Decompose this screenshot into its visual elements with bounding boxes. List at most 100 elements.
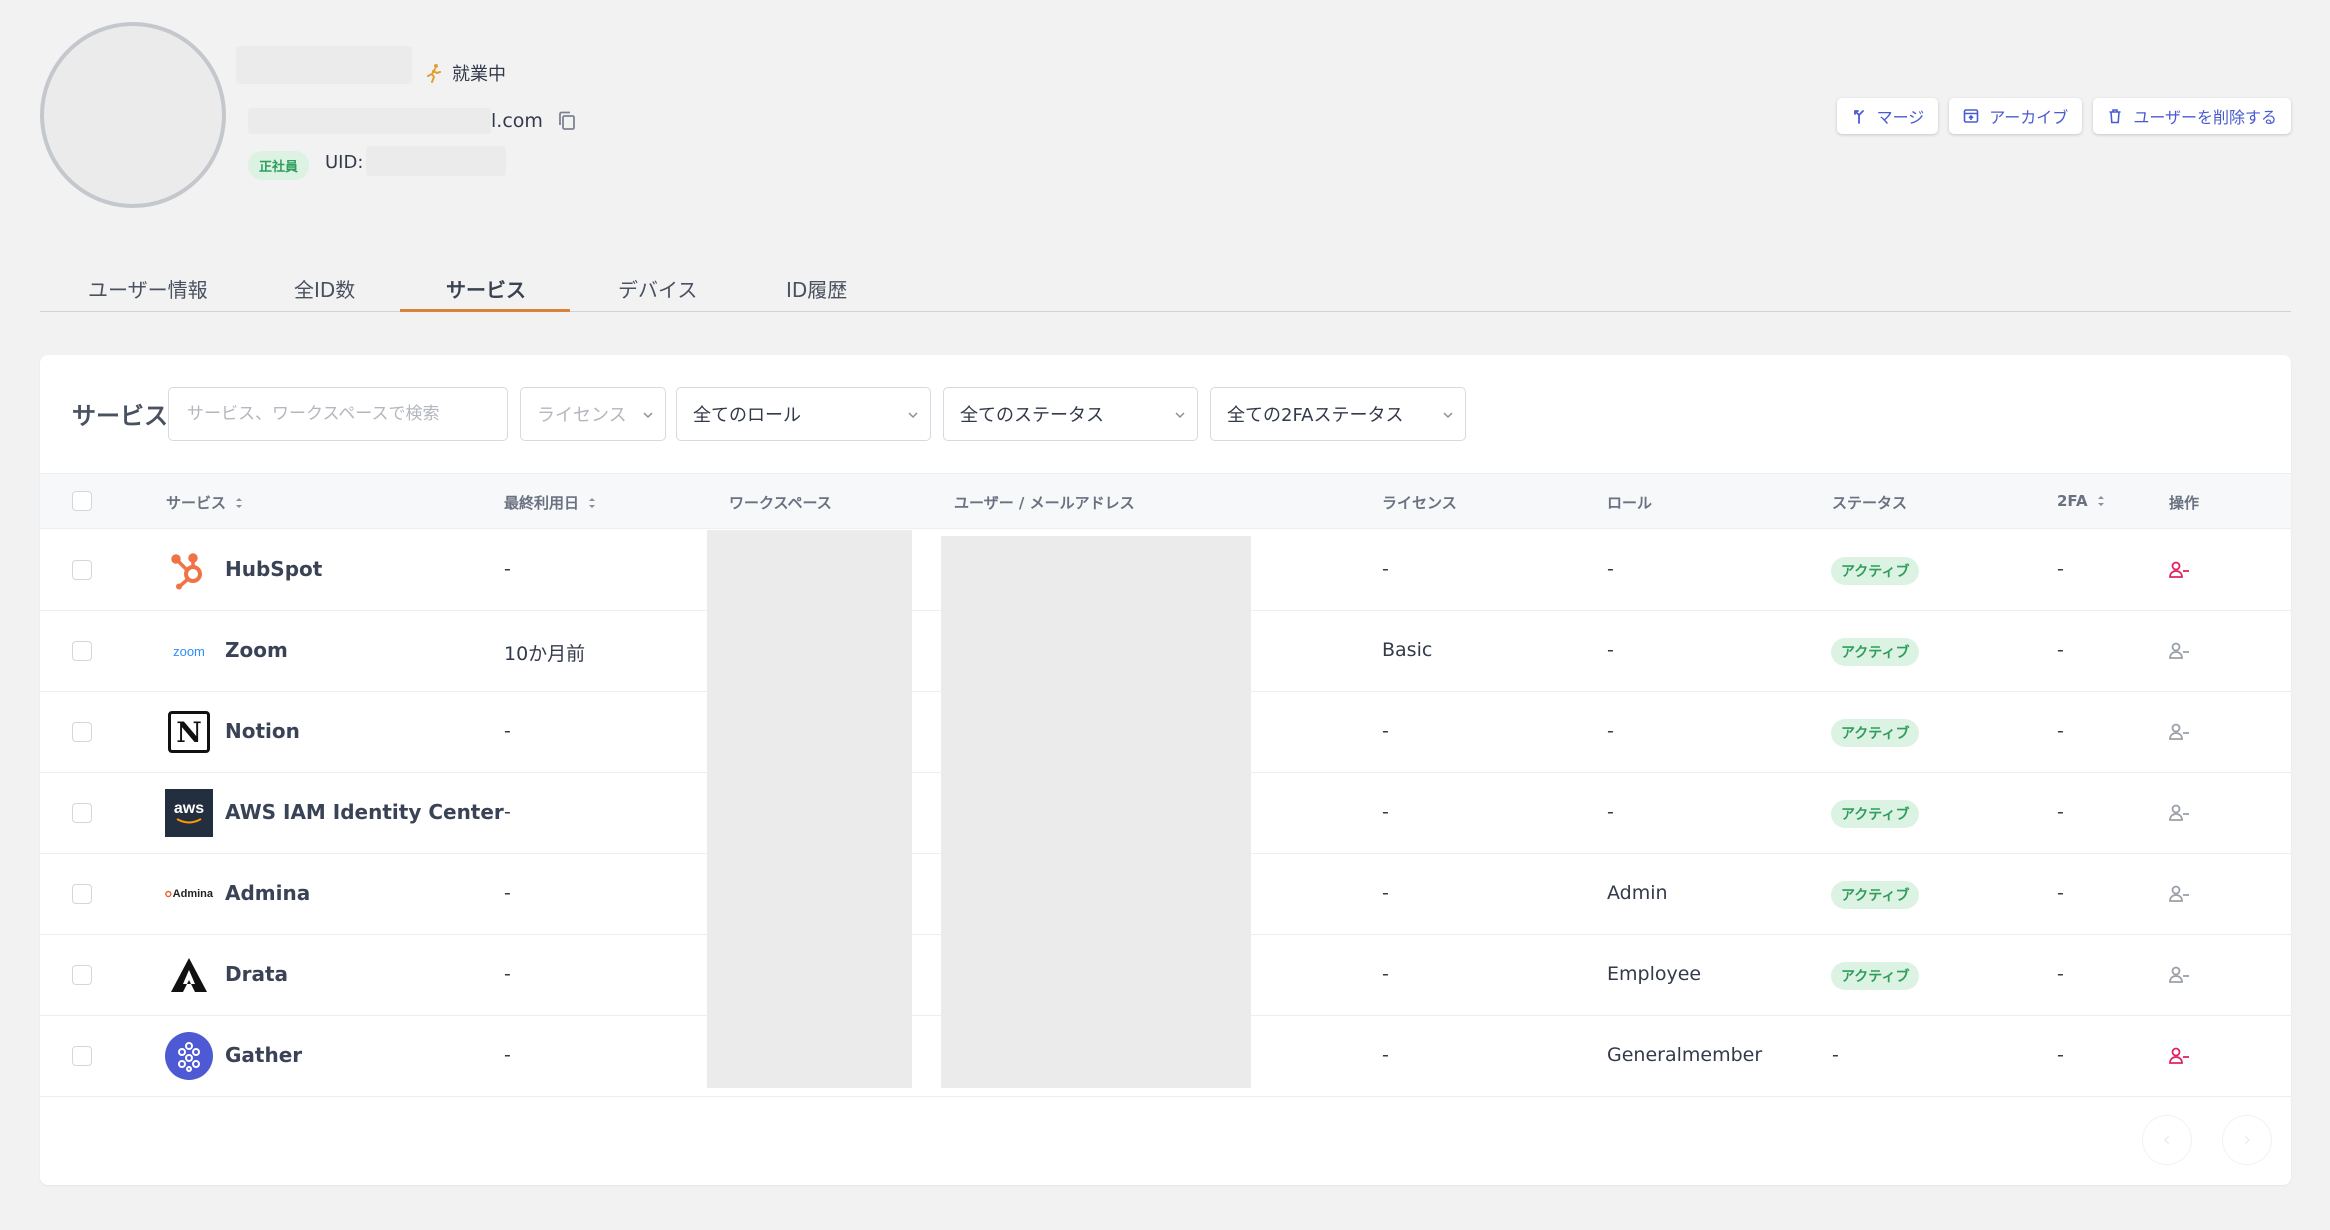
tab-id-history[interactable]: ID履歴 xyxy=(786,274,847,303)
license: - xyxy=(1382,801,1389,823)
employment-badge: 正社員 xyxy=(248,151,310,180)
column-status-label: ステータス xyxy=(1832,494,1908,512)
column-last-used[interactable]: 最終利用日 xyxy=(504,492,597,513)
chevron-left-icon xyxy=(2163,1135,2170,1145)
archive-label: アーカイブ xyxy=(1989,108,2069,127)
column-2fa[interactable]: 2FA xyxy=(2057,492,2106,510)
service-name[interactable]: AWS IAM Identity Center xyxy=(225,800,504,824)
chevron-down-icon xyxy=(1175,412,1185,419)
twofa-filter-label: 全ての2FAステータス xyxy=(1227,405,1404,426)
remove-user-icon[interactable] xyxy=(2168,640,2190,662)
role: Admin xyxy=(1607,882,1668,904)
work-status: 就業中 xyxy=(424,60,506,86)
row-checkbox[interactable] xyxy=(72,641,92,661)
status-badge: アクティブ xyxy=(1831,638,1920,666)
status-filter-label: 全てのステータス xyxy=(960,405,1104,426)
archive-button[interactable]: アーカイブ xyxy=(1949,98,2083,134)
zoom-logo: zoom xyxy=(165,627,213,675)
remove-user-icon[interactable] xyxy=(2168,559,2190,581)
last-used: - xyxy=(504,801,511,823)
license: - xyxy=(1382,558,1389,580)
column-service[interactable]: サービス xyxy=(166,492,244,513)
last-used: - xyxy=(504,558,511,580)
delete-user-button[interactable]: ユーザーを削除する xyxy=(2093,98,2291,134)
email-suffix: l.com xyxy=(491,110,543,132)
remove-user-icon[interactable] xyxy=(2168,721,2190,743)
license: Basic xyxy=(1382,639,1433,661)
services-title: サービス xyxy=(72,402,168,430)
row-checkbox[interactable] xyxy=(72,965,92,985)
redacted-email xyxy=(248,108,491,134)
tab-all-ids[interactable]: 全ID数 xyxy=(294,274,355,303)
service-name[interactable]: Gather xyxy=(225,1043,302,1067)
role: Generalmember xyxy=(1607,1044,1763,1066)
redacted-user-column xyxy=(941,536,1251,1088)
archive-icon xyxy=(1963,109,1979,123)
row-checkbox[interactable] xyxy=(72,803,92,823)
remove-user-icon[interactable] xyxy=(2168,964,2190,986)
services-card: サービス ライセンス 全てのロール 全てのステータス 全ての2FAステータス サ… xyxy=(40,355,2291,1185)
aws-smile-icon xyxy=(176,818,202,824)
remove-user-icon[interactable] xyxy=(2168,802,2190,824)
redacted-uid xyxy=(366,146,506,176)
aws-logo: aws xyxy=(165,789,213,837)
admina-logo: Admina xyxy=(165,870,213,918)
status-badge: アクティブ xyxy=(1831,557,1920,585)
license: - xyxy=(1382,1044,1389,1066)
role: Employee xyxy=(1607,963,1702,985)
row-checkbox[interactable] xyxy=(72,560,92,580)
column-status: ステータス xyxy=(1832,492,1907,513)
role: - xyxy=(1607,639,1614,661)
service-name[interactable]: HubSpot xyxy=(225,557,322,581)
tab-user-info[interactable]: ユーザー情報 xyxy=(88,274,208,303)
service-name[interactable]: Zoom xyxy=(225,638,288,662)
copy-icon[interactable] xyxy=(557,110,577,132)
twofa: - xyxy=(2057,639,2064,661)
row-checkbox[interactable] xyxy=(72,722,92,742)
tab-devices[interactable]: デバイス xyxy=(618,274,697,303)
last-used: - xyxy=(504,963,511,985)
chevron-right-icon xyxy=(2244,1135,2251,1145)
column-actions: 操作 xyxy=(2169,492,2199,513)
status-badge: アクティブ xyxy=(1831,881,1920,909)
remove-user-icon[interactable] xyxy=(2168,1045,2190,1067)
twofa-filter[interactable]: 全ての2FAステータス xyxy=(1210,387,1466,441)
delete-user-label: ユーザーを削除する xyxy=(2133,108,2277,127)
license: - xyxy=(1382,963,1389,985)
role: - xyxy=(1607,801,1614,823)
row-checkbox[interactable] xyxy=(72,1046,92,1066)
chevron-down-icon xyxy=(908,412,918,419)
last-used: - xyxy=(504,720,511,742)
license-filter[interactable]: ライセンス xyxy=(520,387,666,441)
column-actions-label: 操作 xyxy=(2169,494,2200,512)
column-license-label: ライセンス xyxy=(1382,494,1457,512)
status-text: - xyxy=(1832,1044,1839,1066)
column-license: ライセンス xyxy=(1382,492,1457,513)
twofa: - xyxy=(2057,801,2064,823)
redacted-workspace-column xyxy=(707,530,912,1088)
service-name[interactable]: Notion xyxy=(225,719,300,743)
column-role-label: ロール xyxy=(1607,494,1653,512)
tab-services[interactable]: サービス xyxy=(446,274,526,303)
prev-page-button[interactable] xyxy=(2142,1115,2192,1165)
column-workspace-label: ワークスペース xyxy=(729,494,832,512)
service-search-input[interactable] xyxy=(168,387,508,441)
row-checkbox[interactable] xyxy=(72,884,92,904)
remove-user-icon[interactable] xyxy=(2168,883,2190,905)
service-name[interactable]: Drata xyxy=(225,962,288,986)
status-badge: アクティブ xyxy=(1831,800,1920,828)
merge-button[interactable]: マージ xyxy=(1836,98,1939,134)
license: - xyxy=(1382,720,1389,742)
next-page-button[interactable] xyxy=(2222,1115,2272,1165)
last-used: - xyxy=(504,882,511,904)
hubspot-logo xyxy=(165,546,213,594)
select-all-checkbox[interactable] xyxy=(72,491,92,511)
chevron-down-icon xyxy=(1443,412,1453,419)
merge-icon xyxy=(1853,110,1864,124)
column-last-used-label: 最終利用日 xyxy=(504,494,580,512)
role-filter-label: 全てのロール xyxy=(693,405,801,426)
column-user-email: ユーザー / メールアドレス xyxy=(954,492,1135,513)
role-filter[interactable]: 全てのロール xyxy=(676,387,931,441)
service-name[interactable]: Admina xyxy=(225,881,310,905)
status-filter[interactable]: 全てのステータス xyxy=(943,387,1198,441)
